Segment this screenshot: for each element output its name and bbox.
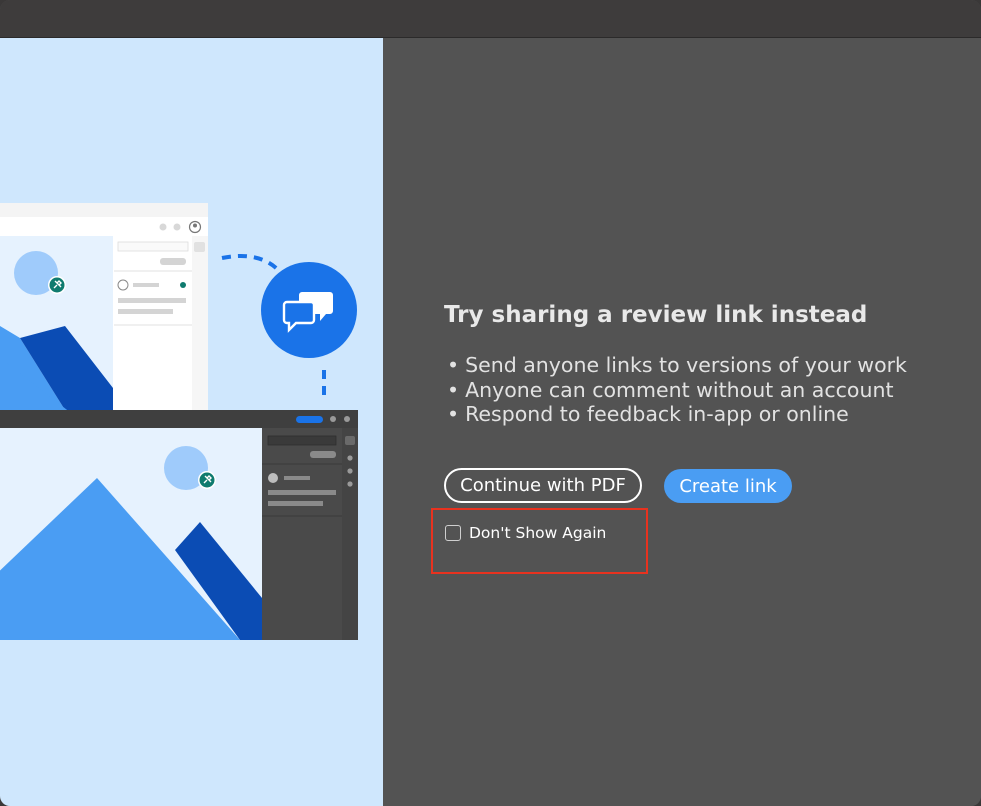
title-bar[interactable]: [0, 0, 981, 38]
dialog-window: Try sharing a review link instead Send a…: [0, 0, 981, 806]
dialog-content: Try sharing a review link instead Send a…: [383, 38, 981, 806]
create-link-button[interactable]: Create link: [664, 469, 792, 503]
dark-app-window: [0, 410, 358, 640]
dont-show-again-checkbox[interactable]: [445, 525, 461, 541]
pin-icon: [48, 276, 66, 294]
dont-show-again-label[interactable]: Don't Show Again: [469, 524, 606, 542]
illustration-panel: [0, 38, 383, 806]
light-browser-window: [0, 203, 208, 435]
review-link-illustration: [0, 203, 358, 640]
feature-item: Anyone can comment without an account: [447, 378, 907, 403]
dialog-heading: Try sharing a review link instead: [444, 302, 868, 328]
continue-with-pdf-button[interactable]: Continue with PDF: [444, 468, 642, 503]
feature-item: Respond to feedback in-app or online: [447, 402, 907, 427]
pin-icon: [198, 471, 216, 489]
dont-show-again-option[interactable]: Don't Show Again: [445, 524, 606, 542]
connector-dash-top: [221, 254, 284, 276]
feature-item: Send anyone links to versions of your wo…: [447, 353, 907, 378]
feature-list: Send anyone links to versions of your wo…: [447, 353, 907, 427]
comment-bubbles-icon: [261, 262, 357, 358]
